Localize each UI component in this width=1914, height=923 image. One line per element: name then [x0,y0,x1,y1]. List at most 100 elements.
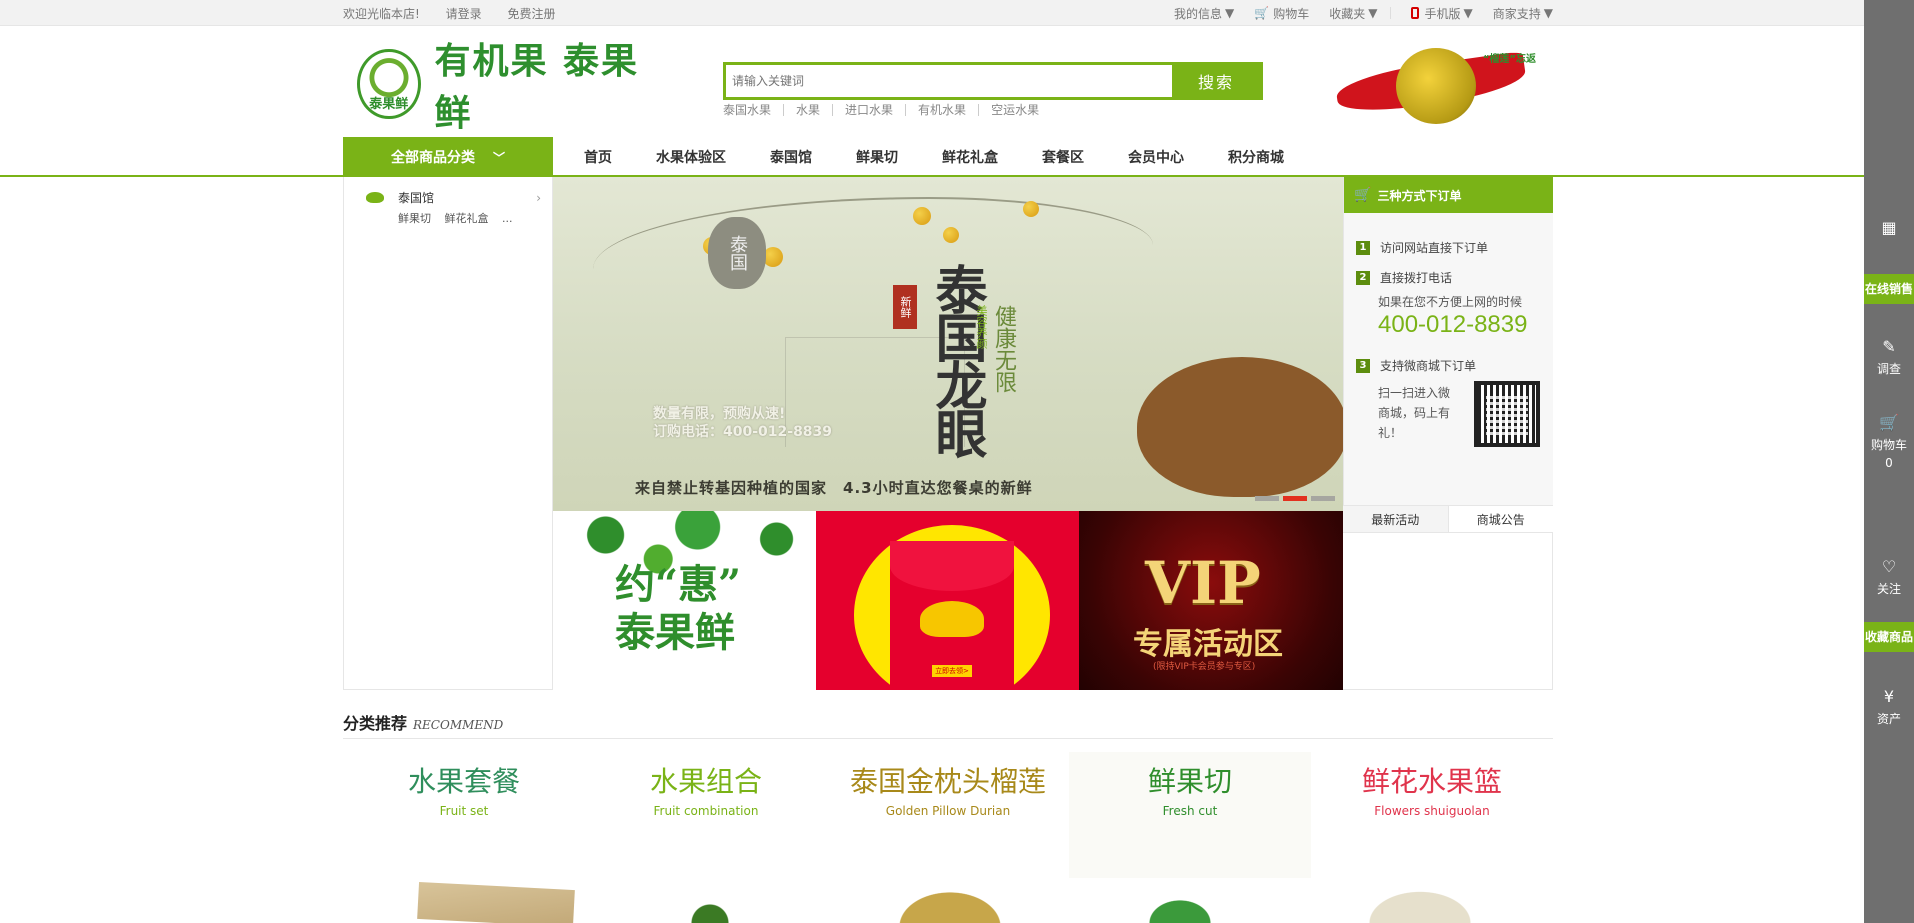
recommend-category-fruit-combination[interactable]: 水果组合 Fruit combination [585,752,827,878]
chevron-right-icon: › [536,190,541,205]
category-name: 泰国金枕头榴莲 [849,765,1046,798]
register-link[interactable]: 免费注册 [507,7,555,21]
recommend-category-fruit-set[interactable]: 水果套餐 Fruit set [343,752,585,878]
claim-button[interactable]: 立即去领> [932,665,972,677]
order-methods-panel: 🛒 三种方式下订单 1 访问网站直接下订单 2 直接拨打电话 如果在您不方便上网… [1343,177,1553,505]
hot-keyword[interactable]: 进口水果 [832,104,905,116]
hot-keyword[interactable]: 有机水果 [905,104,978,116]
hot-keyword[interactable]: 水果 [783,104,832,116]
product-image[interactable] [1130,886,1230,923]
product-image[interactable] [417,881,575,923]
online-sales-label: 在线销售 [1864,282,1913,296]
category-name: 水果套餐 [407,765,520,798]
follow-button[interactable]: ♡ 关注 [1864,558,1914,598]
tab-latest-events[interactable]: 最新活动 [1343,506,1448,532]
step-number: 1 [1356,240,1370,255]
vip-note: (限持VIP卡会员参与专区) [1153,662,1256,672]
nav-combo[interactable]: 套餐区 [1042,147,1084,167]
tab-announcements[interactable]: 商城公告 [1447,506,1553,532]
recommend-category-flower-basket[interactable]: 鲜花水果篮 Flowers shuiguolan [1311,752,1553,878]
my-info-menu[interactable]: 我的信息 ▼ [1174,5,1234,22]
hero-banner[interactable]: 泰国 新鲜 泰国龙眼 美容养颜 健康无限 数量有限，预购从速! 订购电话：400… [553,177,1343,511]
order-phone: 400-012-8839 [1378,311,1528,338]
product-image[interactable] [890,886,1010,923]
nav-flower-gift[interactable]: 鲜花礼盒 [942,147,998,167]
durian-image [1396,48,1476,124]
category-item-thailand[interactable]: 泰国馆 › 鲜果切 鲜花礼盒 ... [366,189,541,226]
qr-text: 扫一扫进入微商城，码上有礼！ [1378,386,1451,440]
news-content [1343,533,1553,690]
phone-note: 如果在您不方便上网的时候 [1378,295,1523,309]
online-sales-button[interactable]: 在线销售 [1864,274,1914,304]
chevron-down-icon: ▼ [1368,6,1378,20]
subcategory-link[interactable]: 鲜花礼盒 [445,212,489,225]
carousel-dot-active[interactable] [1283,496,1307,501]
nav-fruit-experience[interactable]: 水果体验区 [656,147,726,167]
vip-text: VIP [1145,549,1261,617]
subcategory-more[interactable]: ... [502,212,513,225]
logo-emblem [357,49,421,119]
favorites-menu[interactable]: 收藏夹 ▼ [1329,5,1377,22]
promo-tile-discount[interactable]: 约“惠” 泰果鲜 [553,511,816,690]
category-name-en: Fruit set [439,804,489,818]
search-input[interactable] [726,65,1172,97]
promo-text: “榴莲”忘返 [1482,54,1536,65]
nav-points-mall[interactable]: 积分商城 [1228,147,1284,167]
gold-ingot-icon [920,601,984,637]
all-categories-button[interactable]: 全部商品分类 ﹀ [343,137,553,177]
durian-promo-image[interactable]: “榴莲”忘返 [1334,44,1536,124]
branch-decoration [593,197,1153,317]
survey-label: 调查 [1876,362,1901,376]
top-bar: 欢迎光临本店! 请登录 免费注册 我的信息 ▼ 🛒 购物车 收藏夹 ▼ 手机版 ▼ 商家… [0,0,1864,26]
category-name-en: Fruit combination [653,804,759,818]
chevron-down-icon: ▼ [1463,6,1473,20]
chevron-down-icon: ▼ [1225,6,1235,20]
merchant-support-menu[interactable]: 商家支持 ▼ [1493,5,1553,22]
nav-member-center[interactable]: 会员中心 [1128,147,1184,167]
promo-tile-vip[interactable]: VIP 专属活动区 (限持VIP卡会员参与专区) [1079,511,1343,690]
grid-icon[interactable]: ▦ [1864,218,1914,241]
nav-thailand-pavilion[interactable]: 泰国馆 [770,147,812,167]
hot-keyword[interactable]: 泰国水果 [723,104,783,116]
cart-link[interactable]: 🛒 购物车 [1254,5,1309,22]
banner-fresh-tag: 新鲜 [893,285,917,329]
order-step-3: 3 支持微商城下订单 [1356,357,1476,374]
promo-tile-red-envelope[interactable]: 立即去领> [816,511,1079,690]
category-name-en: Golden Pillow Durian [885,804,1011,818]
site-logo[interactable]: 有机果 泰果鲜 [357,40,667,134]
carousel-dot[interactable] [1311,496,1335,501]
assets-button[interactable]: ¥ 资产 [1864,688,1914,728]
logo-title: 有机果 泰果鲜 [434,40,640,134]
sidebar-cart-button[interactable]: 🛒 购物车 0 [1864,414,1914,472]
banner-caption: 来自禁止转基因种植的国家 4.3小时直达您餐桌的新鲜 [635,479,1033,497]
mobile-menu[interactable]: 手机版 ▼ [1410,5,1473,22]
promo-tile-text: 约“惠” 泰果鲜 [615,561,742,656]
login-link[interactable]: 请登录 [446,7,482,21]
nav-home[interactable]: 首页 [584,147,612,167]
longan-decoration [913,207,931,225]
product-image[interactable] [690,886,730,923]
category-name: 鲜花水果篮 [1361,765,1502,798]
product-image[interactable] [1360,886,1480,923]
nav-fresh-cut[interactable]: 鲜果切 [856,147,898,167]
collect-button[interactable]: 收藏商品 [1864,622,1914,652]
carousel-dot[interactable] [1255,496,1279,501]
nav-links: 首页 水果体验区 泰国馆 鲜果切 鲜花礼盒 套餐区 会员中心 积分商城 [584,137,1328,177]
carousel-dots [1251,496,1335,501]
banner-order-note: 数量有限，预购从速! 订购电话：400-012-8839 [653,405,832,441]
subcategory-link[interactable]: 鲜果切 [398,212,431,225]
step-text: 访问网站直接下订单 [1380,241,1489,255]
hot-keyword[interactable]: 空运水果 [978,104,1051,116]
search-button[interactable]: 搜索 [1172,65,1260,97]
fruit-icon [366,192,384,203]
step-number: 2 [1356,270,1370,285]
recommend-title-en: RECOMMEND [413,718,504,732]
recommend-category-fresh-cut[interactable]: 鲜果切 Fresh cut [1069,752,1311,878]
collect-label: 收藏商品 [1864,630,1913,644]
order-step-2: 2 直接拨打电话 [1356,269,1452,286]
survey-button[interactable]: ✎ 调查 [1864,338,1914,378]
step-text: 支持微商城下订单 [1380,359,1477,373]
recommend-category-durian[interactable]: 泰国金枕头榴莲 Golden Pillow Durian [827,752,1069,878]
category-menu: 泰国馆 › 鲜果切 鲜花礼盒 ... [343,177,553,690]
step-number: 3 [1356,358,1370,373]
